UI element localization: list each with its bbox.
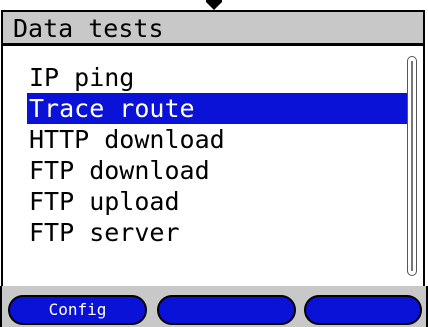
menu-item-http-download[interactable]: HTTP download [29, 124, 411, 155]
scrollbar[interactable] [407, 56, 417, 276]
down-arrow-icon [206, 0, 222, 10]
scrollbar-track [411, 61, 413, 271]
softkey-3[interactable] [304, 295, 422, 325]
page-title: Data tests [13, 14, 164, 43]
softkey-config[interactable]: Config [8, 295, 147, 325]
menu-list: IP ping Trace route HTTP download FTP do… [27, 62, 411, 248]
softkey-2[interactable] [157, 295, 296, 325]
menu-item-ftp-server[interactable]: FTP server [29, 217, 411, 248]
menu-item-ftp-upload[interactable]: FTP upload [29, 186, 411, 217]
title-bar: Data tests [1, 10, 425, 46]
device-screen: Data tests IP ping Trace route HTTP down… [0, 0, 428, 327]
softkey-bar: Config [0, 286, 428, 327]
menu-item-ip-ping[interactable]: IP ping [29, 62, 411, 93]
menu-item-ftp-download[interactable]: FTP download [29, 155, 411, 186]
menu-list-panel: IP ping Trace route HTTP download FTP do… [1, 46, 425, 286]
menu-item-trace-route[interactable]: Trace route [27, 93, 411, 124]
